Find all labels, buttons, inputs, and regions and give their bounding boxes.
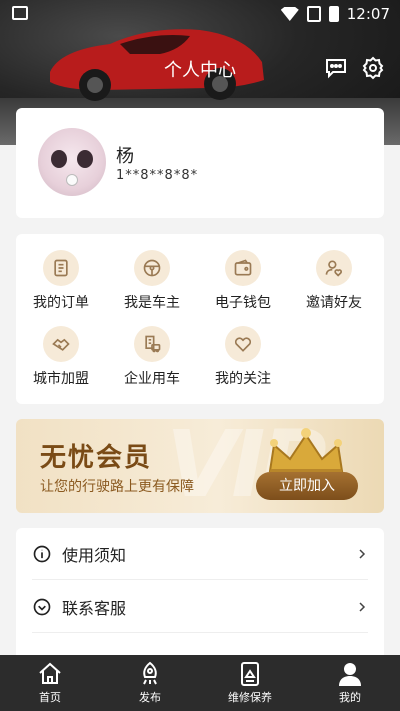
grid-item-wallet[interactable]: 电子钱包 — [203, 250, 283, 312]
grid-item-city-join[interactable]: 城市加盟 — [21, 326, 101, 388]
user-phone: 1**8**8*8* — [116, 168, 199, 183]
gallery-icon — [12, 6, 28, 20]
status-time: 12:07 — [346, 5, 390, 23]
nav-publish[interactable]: 发布 — [100, 655, 200, 711]
grid-item-label: 电子钱包 — [215, 295, 271, 311]
chevron-right-icon — [359, 601, 366, 612]
person-icon — [339, 663, 361, 686]
grid-item-label: 企业用车 — [124, 371, 180, 387]
invite-friend-icon — [325, 260, 342, 277]
list-item-usage-notes[interactable]: 使用须知 — [32, 528, 368, 580]
list-item-label: 使用须知 — [62, 545, 127, 565]
chevron-right-icon — [359, 548, 366, 559]
wifi-icon — [280, 7, 299, 21]
avatar[interactable] — [38, 128, 106, 196]
vip-subtitle: 让您的行驶路上更有保障 — [40, 479, 194, 495]
heart-icon — [234, 337, 252, 352]
avatar-mouth — [66, 174, 78, 186]
grid-item-label: 我的关注 — [215, 371, 271, 387]
no-sim-icon — [306, 6, 321, 22]
avatar-eye-right — [77, 150, 93, 168]
info-icon — [33, 545, 51, 562]
maintenance-icon — [241, 662, 259, 686]
nav-label: 首页 — [39, 691, 61, 704]
gear-icon[interactable] — [361, 56, 385, 80]
grid-item-label: 我是车主 — [124, 295, 180, 311]
home-icon — [39, 662, 61, 684]
enterprise-car-icon — [145, 335, 161, 353]
join-now-button[interactable]: 立即加入 — [256, 472, 358, 500]
nav-home[interactable]: 首页 — [0, 655, 100, 711]
profile-card[interactable]: 杨 1**8**8*8* — [16, 108, 384, 218]
nav-label: 我的 — [339, 691, 361, 704]
grid-item-enterprise[interactable]: 企业用车 — [112, 326, 192, 388]
steering-wheel-icon — [143, 259, 161, 277]
grid-item-label: 邀请好友 — [306, 295, 362, 311]
nav-label: 维修保养 — [228, 691, 272, 704]
nav-maintenance[interactable]: 维修保养 — [200, 655, 300, 711]
grid-item-owner[interactable]: 我是车主 — [112, 250, 192, 312]
message-icon[interactable] — [324, 56, 348, 80]
feature-grid: 我的订单 我是车主 电子钱包 邀请好友 城市加盟 企业用车 我的关注 — [16, 234, 384, 404]
vip-title: 无忧会员 — [40, 443, 153, 473]
grid-item-label: 我的订单 — [33, 295, 89, 311]
battery-icon — [328, 6, 339, 22]
list-item-label: 联系客服 — [62, 598, 127, 618]
avatar-eye-left — [51, 150, 67, 168]
list-item-customer-service[interactable]: 联系客服 — [32, 581, 368, 633]
publish-icon — [143, 661, 157, 685]
bottom-nav: 首页 发布 维修保养 我的 — [0, 655, 400, 711]
nav-label: 发布 — [139, 691, 161, 704]
user-name: 杨 — [116, 146, 134, 167]
order-icon — [54, 259, 68, 277]
nav-mine[interactable]: 我的 — [300, 655, 400, 711]
grid-item-label: 城市加盟 — [33, 371, 89, 387]
menu-list: 使用须知 联系客服 — [16, 528, 384, 668]
wallet-icon — [234, 259, 252, 276]
customer-service-icon — [33, 598, 51, 615]
handshake-icon — [52, 338, 70, 351]
grid-item-follow[interactable]: 我的关注 — [203, 326, 283, 388]
grid-item-orders[interactable]: 我的订单 — [21, 250, 101, 312]
vip-banner[interactable]: VIP 无忧会员 让您的行驶路上更有保障 立即加入 — [16, 419, 384, 513]
grid-item-invite[interactable]: 邀请好友 — [294, 250, 374, 312]
status-bar: 12:07 — [0, 0, 400, 28]
